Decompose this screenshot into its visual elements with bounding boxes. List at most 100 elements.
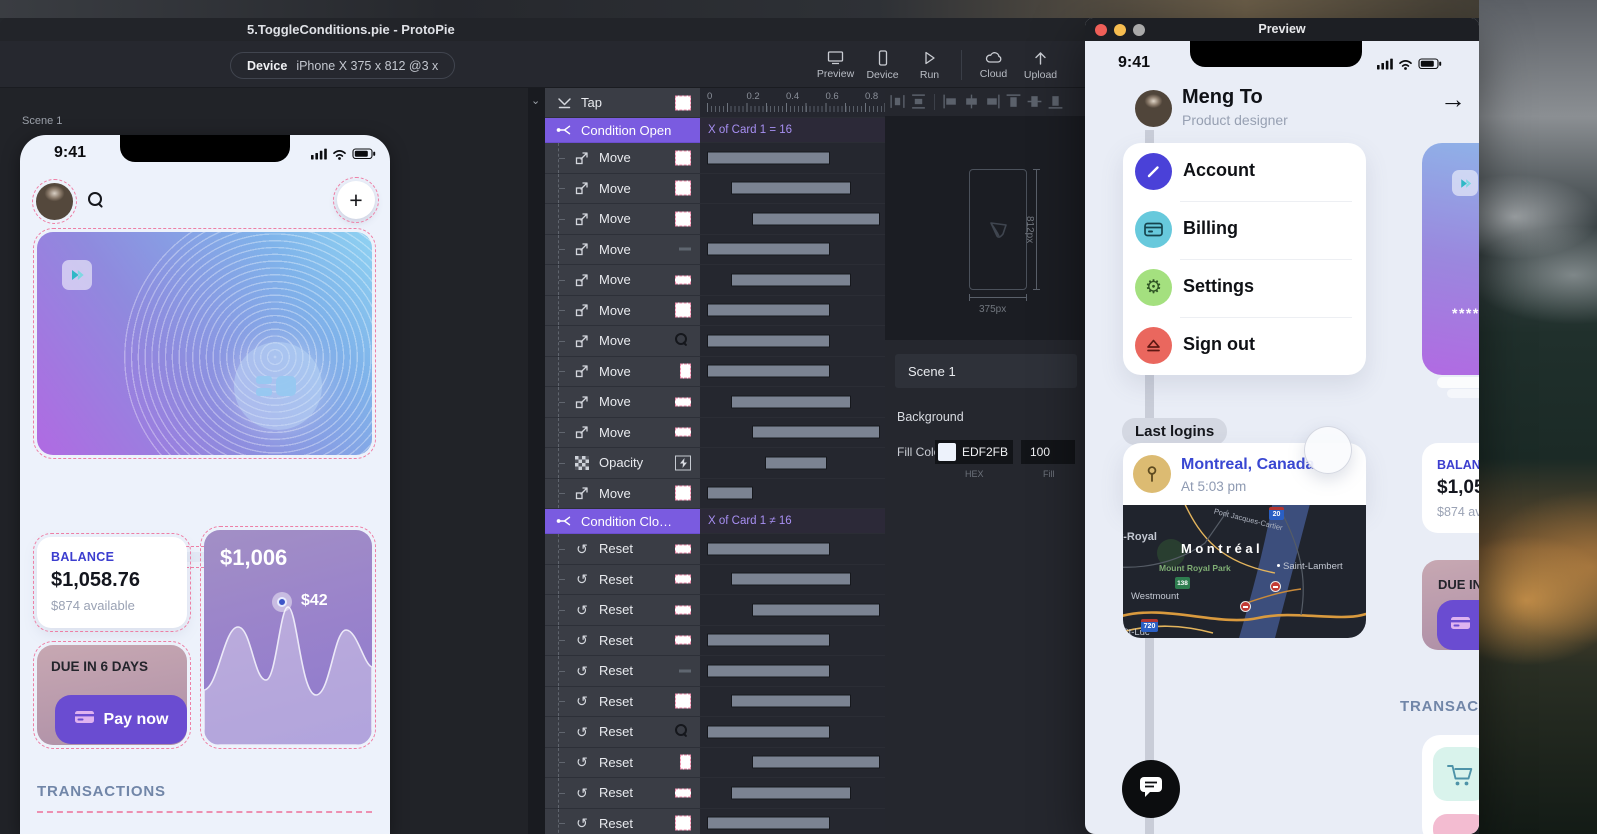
timeline-bar[interactable] <box>707 816 830 830</box>
timeline-bar[interactable] <box>707 303 830 317</box>
pay-now-button[interactable]: Pay now <box>55 695 187 744</box>
cloud-button[interactable]: Cloud <box>970 50 1017 80</box>
align-middle-vertical-icon[interactable] <box>1026 93 1043 110</box>
timeline-row-reset[interactable]: ↺ Reset <box>545 564 700 595</box>
align-right-icon[interactable] <box>984 93 1001 110</box>
balance-card[interactable]: BALANCE $1,058.76 $874 available <box>33 533 191 632</box>
timeline-collapse-strip[interactable]: ⌄ <box>528 88 545 834</box>
timeline-track-row[interactable] <box>700 656 885 687</box>
timeline-bar[interactable] <box>707 334 830 348</box>
map[interactable]: Mont-Royal Montréal Mount Royal Park Sai… <box>1123 505 1366 638</box>
menu-item-billing[interactable]: Billing <box>1123 201 1366 259</box>
align-left-icon[interactable] <box>942 93 959 110</box>
timeline-row-move[interactable]: Move <box>545 295 700 326</box>
timeline-row-move[interactable]: Move <box>545 478 700 509</box>
timeline-track-row[interactable] <box>700 204 885 235</box>
timeline-track-row[interactable] <box>700 778 885 809</box>
credit-card[interactable]: **** 2020 <box>33 228 376 459</box>
timeline-track-row[interactable] <box>700 717 885 748</box>
timeline-track-row[interactable] <box>700 357 885 387</box>
timeline-bar[interactable] <box>707 486 753 500</box>
timeline-track-row[interactable] <box>700 748 885 778</box>
menu-item-signout[interactable]: Sign out <box>1123 317 1366 375</box>
timeline-track-row[interactable] <box>700 265 885 296</box>
timeline-bar[interactable] <box>731 572 851 586</box>
timeline-track-row[interactable] <box>700 626 885 656</box>
timeline-row-move[interactable]: Move <box>545 265 700 296</box>
align-top-icon[interactable] <box>1005 93 1022 110</box>
timeline-bar[interactable] <box>752 425 880 439</box>
scene-canvas-label[interactable]: Scene 1 <box>22 115 62 127</box>
timeline-row-reset[interactable]: ↺ Reset <box>545 656 700 687</box>
timeline-track-row[interactable]: X of Card 1 = 16 <box>700 118 885 143</box>
timeline-bar[interactable] <box>707 151 830 165</box>
canvas-area[interactable]: Scene 1 9:41 + **** 2020 BALANCE $1,058.… <box>0 88 528 834</box>
chevron-down-icon[interactable]: ⌄ <box>531 94 540 107</box>
timeline-track-row[interactable] <box>700 387 885 418</box>
timeline-row-tap[interactable]: Tap <box>545 88 700 118</box>
timeline-track-row[interactable] <box>700 448 885 479</box>
timeline-bar[interactable] <box>731 181 851 195</box>
timeline-bar[interactable] <box>731 694 851 708</box>
timeline-row-move[interactable]: Move <box>545 417 700 448</box>
align-bottom-icon[interactable] <box>1047 93 1064 110</box>
timeline-row-move[interactable]: Move <box>545 356 700 387</box>
add-button[interactable]: + <box>333 177 379 223</box>
timeline-bar[interactable] <box>707 725 830 739</box>
timeline-row-reset[interactable]: ↺ Reset <box>545 686 700 717</box>
preview-titlebar[interactable]: Preview <box>1085 18 1479 41</box>
next-screen-pay-button[interactable] <box>1437 600 1479 650</box>
timeline-track-row[interactable]: X of Card 1 ≠ 16 <box>700 509 885 534</box>
timeline-track-row[interactable] <box>700 326 885 357</box>
timeline-row-condition-clo[interactable]: Condition Clo… <box>545 509 700 534</box>
timeline-track-row[interactable] <box>700 235 885 265</box>
timeline-track-row[interactable]: 0 0.2 0.4 0.6 0.8 <box>700 88 885 118</box>
timeline-bar[interactable] <box>707 542 830 556</box>
timeline-bar[interactable] <box>707 664 830 678</box>
menu-item-settings[interactable]: ⚙ Settings <box>1123 259 1366 317</box>
search-icon[interactable] <box>88 192 104 213</box>
avatar[interactable] <box>32 179 77 224</box>
menu-item-account[interactable]: Account <box>1123 143 1366 201</box>
align-center-horizontal-icon[interactable] <box>963 93 980 110</box>
canvas-phone-frame[interactable]: 9:41 + **** 2020 BALANCE $1,058.76 $874 … <box>20 135 390 834</box>
distribute-horizontal-icon[interactable] <box>889 93 906 110</box>
timeline-row-reset[interactable]: ↺ Reset <box>545 625 700 656</box>
timeline-track-row[interactable] <box>700 595 885 626</box>
timeline-row-reset[interactable]: ↺ Reset <box>545 534 700 565</box>
timeline-track-row[interactable] <box>700 418 885 448</box>
timeline-bar[interactable] <box>707 242 830 256</box>
timeline-row-reset[interactable]: ↺ Reset <box>545 595 700 626</box>
timeline-bar[interactable] <box>752 755 880 769</box>
forward-arrow-icon[interactable]: → <box>1440 84 1466 115</box>
timeline-row-move[interactable]: Move <box>545 173 700 204</box>
run-button[interactable]: Run <box>906 50 953 81</box>
fill-hex-input[interactable]: EDF2FB <box>935 440 1013 464</box>
device-button[interactable]: Device <box>859 49 906 81</box>
timeline-row-reset[interactable]: ↺ Reset <box>545 717 700 748</box>
scene-name-field[interactable]: Scene 1 <box>895 354 1077 388</box>
spending-chart-card[interactable]: $1,006 $42 <box>200 526 376 749</box>
avatar[interactable] <box>1135 90 1172 127</box>
timeline-track-row[interactable] <box>700 534 885 565</box>
distribute-vertical-icon[interactable] <box>910 93 927 110</box>
timeline-bar[interactable] <box>752 603 880 617</box>
timeline-bar[interactable] <box>731 273 851 287</box>
timeline-row-move[interactable]: Move <box>545 143 700 174</box>
timeline-row-reset[interactable]: ↺ Reset <box>545 778 700 809</box>
fill-opacity-input[interactable]: 100 <box>1021 440 1075 464</box>
timeline-track-row[interactable] <box>700 174 885 204</box>
timeline-bar[interactable] <box>707 633 830 647</box>
upload-button[interactable]: Upload <box>1017 50 1064 81</box>
timeline-row-move[interactable]: Move <box>545 326 700 357</box>
timeline-track-row[interactable] <box>700 687 885 717</box>
timeline-row-move[interactable]: Move <box>545 234 700 265</box>
timeline-track-row[interactable] <box>700 565 885 595</box>
timeline-row-condition-open[interactable]: Condition Open <box>545 118 700 143</box>
timeline-bar[interactable] <box>765 456 827 470</box>
timeline-row-reset[interactable]: ↺ Reset <box>545 808 700 834</box>
timeline-track-row[interactable] <box>700 479 885 509</box>
timeline-row-move[interactable]: Move <box>545 387 700 418</box>
timeline-track-row[interactable] <box>700 296 885 326</box>
chat-fab-button[interactable] <box>1122 760 1180 818</box>
